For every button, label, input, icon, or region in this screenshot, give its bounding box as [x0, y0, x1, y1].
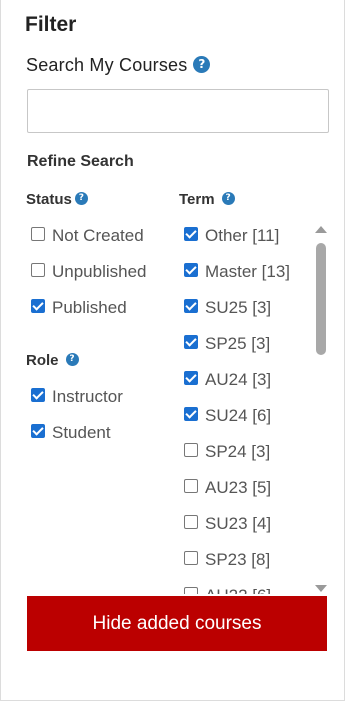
checkbox-checked[interactable]	[184, 407, 198, 421]
filter-panel: Filter Search My Courses? Refine Search …	[0, 0, 345, 701]
checkbox-label: Other [11]	[205, 226, 280, 245]
hide-added-courses-button[interactable]: Hide added courses	[27, 596, 327, 651]
checkbox-unchecked[interactable]	[184, 515, 198, 529]
checkbox-unchecked[interactable]	[31, 227, 45, 241]
checkbox-label: SU23 [4]	[205, 514, 272, 533]
search-input[interactable]	[27, 89, 329, 133]
role-label: Role?	[26, 352, 79, 369]
checkbox-option[interactable]: AU22 [6]	[184, 585, 271, 594]
checkbox-option[interactable]: SU23 [4]	[184, 513, 271, 535]
checkbox-option[interactable]: Instructor	[31, 386, 123, 408]
checkbox-option[interactable]: Master [13]	[184, 261, 290, 283]
checkbox-label: SP24 [3]	[205, 442, 271, 461]
checkbox-option[interactable]: Not Created	[31, 225, 144, 247]
search-label: Search My Courses?	[26, 55, 211, 76]
checkbox-label: Student	[52, 423, 111, 442]
checkbox-checked[interactable]	[184, 335, 198, 349]
checkbox-label: Instructor	[52, 387, 123, 406]
search-label-text: Search My Courses	[26, 55, 188, 75]
term-label: Term?	[179, 191, 235, 208]
checkbox-unchecked[interactable]	[184, 587, 198, 594]
checkbox-unchecked[interactable]	[184, 551, 198, 565]
checkbox-label: AU22 [6]	[205, 586, 271, 594]
checkbox-option[interactable]: Published	[31, 297, 127, 319]
checkbox-unchecked[interactable]	[184, 479, 198, 493]
checkbox-option[interactable]: AU23 [5]	[184, 477, 271, 499]
checkbox-checked[interactable]	[184, 371, 198, 385]
checkbox-option[interactable]: SU25 [3]	[184, 297, 271, 319]
checkbox-option[interactable]: SP25 [3]	[184, 333, 270, 355]
refine-search-heading: Refine Search	[27, 153, 134, 170]
checkbox-label: Unpublished	[52, 262, 147, 281]
status-label: Status?	[26, 191, 88, 208]
checkbox-checked[interactable]	[31, 388, 45, 402]
checkbox-checked[interactable]	[31, 299, 45, 313]
checkbox-option[interactable]: Student	[31, 422, 111, 444]
checkbox-checked[interactable]	[184, 299, 198, 313]
triangle-down-icon[interactable]	[315, 585, 327, 592]
checkbox-unchecked[interactable]	[31, 263, 45, 277]
checkbox-option[interactable]: AU24 [3]	[184, 369, 271, 391]
checkbox-unchecked[interactable]	[184, 443, 198, 457]
checkbox-option[interactable]: Unpublished	[31, 261, 147, 283]
checkbox-label: SU24 [6]	[205, 406, 272, 425]
checkbox-label: Not Created	[52, 226, 144, 245]
role-label-text: Role	[26, 352, 59, 369]
scrollbar-thumb[interactable]	[316, 243, 326, 355]
checkbox-option[interactable]: SP24 [3]	[184, 441, 270, 463]
filter-title: Filter	[25, 13, 77, 36]
checkbox-label: SU25 [3]	[205, 298, 272, 317]
term-scrollbar[interactable]	[313, 226, 329, 592]
checkbox-option[interactable]: SU24 [6]	[184, 405, 271, 427]
checkbox-label: AU23 [5]	[205, 478, 272, 497]
help-icon[interactable]: ?	[65, 353, 79, 367]
checkbox-label: Master [13]	[205, 262, 291, 281]
help-icon[interactable]: ?	[221, 192, 235, 206]
triangle-up-icon[interactable]	[315, 226, 327, 233]
help-icon[interactable]: ?	[193, 56, 211, 74]
checkbox-checked[interactable]	[184, 227, 198, 241]
checkbox-label: AU24 [3]	[205, 370, 272, 389]
checkbox-option[interactable]: SP23 [8]	[184, 549, 270, 571]
checkbox-label: Published	[52, 298, 127, 317]
term-options-list[interactable]: Other [11] Master [13] SU25 [3] SP25 [3] AU2…	[179, 222, 329, 594]
checkbox-option[interactable]: Other [11]	[184, 225, 279, 247]
status-label-text: Status	[26, 191, 72, 208]
term-label-text: Term	[179, 191, 215, 208]
checkbox-checked[interactable]	[184, 263, 198, 277]
help-icon[interactable]: ?	[74, 192, 88, 206]
checkbox-checked[interactable]	[31, 424, 45, 438]
checkbox-label: SP25 [3]	[205, 334, 271, 353]
checkbox-label: SP23 [8]	[205, 550, 271, 569]
